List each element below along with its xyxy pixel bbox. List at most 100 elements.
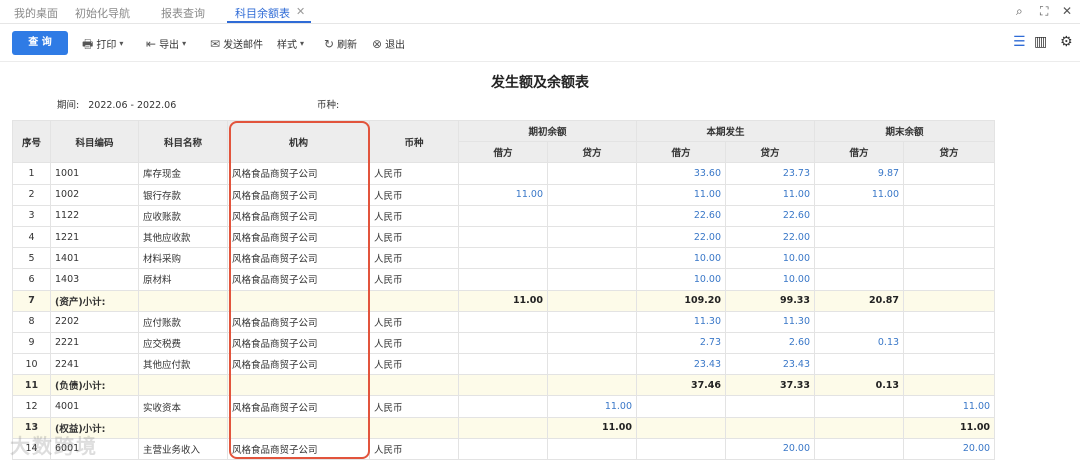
table-row[interactable]: 2 1002 银行存款 风格食品商贸子公司 人民币 11.00 11.00 11.00 11.0… <box>12 183 996 206</box>
gear-icon[interactable]: ⚙ <box>1060 34 1073 50</box>
cell-seq: 9 <box>12 331 51 355</box>
table-row[interactable]: 6 1403 原材料 风格食品商贸子公司 人民币 10.00 10.00 <box>12 268 996 291</box>
bar-chart-icon[interactable]: ▥ <box>1034 34 1047 50</box>
cell-closing-debit <box>814 225 905 249</box>
cell-name: 其他应收款 <box>138 225 228 249</box>
close-icon[interactable]: ✕ <box>296 5 305 18</box>
cell-opening-debit: 11.00 <box>458 183 548 206</box>
cell-code: 2221 <box>50 331 139 355</box>
cell-closing-credit: 11.00 <box>903 416 996 439</box>
table-row[interactable]: 10 2241 其他应付款 风格食品商贸子公司 人民币 23.43 23.43 <box>12 353 996 376</box>
cell-closing-credit <box>903 289 996 312</box>
cell-seq: 10 <box>12 353 51 376</box>
export-button[interactable]: ⇤ 导出 ▾ <box>146 36 186 52</box>
cell-current-credit: 22.60 <box>725 204 816 227</box>
cell-currency: 人民币 <box>369 395 459 418</box>
col-code[interactable]: 科目编码 <box>50 119 139 164</box>
cell-closing-credit <box>903 310 996 333</box>
exit-label: 退出 <box>385 40 406 51</box>
table-row[interactable]: 14 6001 主营业务收入 风格食品商贸子公司 人民币 20.00 20.00 <box>12 437 996 461</box>
cell-current-debit: 37.46 <box>636 374 727 397</box>
cell-code: 1122 <box>50 204 139 227</box>
col-current-debit[interactable]: 借方 <box>636 141 727 164</box>
cell-code: 1221 <box>50 225 139 249</box>
query-button[interactable]: 查 询 <box>12 31 68 55</box>
col-opening-debit[interactable]: 借方 <box>458 141 548 164</box>
col-closing-credit[interactable]: 贷方 <box>903 141 996 164</box>
cell-currency: 人民币 <box>369 183 459 206</box>
search-icon[interactable]: ⌕ <box>1016 4 1023 19</box>
cell-org: 风格食品商贸子公司 <box>227 183 370 206</box>
table-row[interactable]: 5 1401 材料采购 风格食品商贸子公司 人民币 10.00 10.00 <box>12 247 996 270</box>
col-current: 本期发生 <box>636 119 816 143</box>
send-email-button[interactable]: ✉ 发送邮件 <box>210 36 263 52</box>
col-closing-debit[interactable]: 借方 <box>814 141 905 164</box>
tab-init-nav[interactable]: 初始化导航 <box>75 5 130 21</box>
table-row[interactable]: 3 1122 应收账款 风格食品商贸子公司 人民币 22.60 22.60 <box>12 204 996 227</box>
export-icon: ⇤ <box>146 36 157 51</box>
table-row[interactable]: 12 4001 实收资本 风格食品商贸子公司 人民币 11.00 11.00 <box>12 395 996 418</box>
cell-current-debit <box>636 437 727 461</box>
cell-seq: 4 <box>12 225 51 249</box>
cell-opening-credit <box>546 162 638 185</box>
cell-closing-debit: 0.13 <box>814 374 905 397</box>
col-name[interactable]: 科目名称 <box>138 119 228 164</box>
cell-current-credit: 22.00 <box>725 225 816 249</box>
cell-seq: 5 <box>12 247 51 270</box>
subtotal-row[interactable]: 13 (权益)小计: 11.00 11.00 <box>12 416 996 439</box>
cell-closing-credit <box>903 162 996 185</box>
refresh-button[interactable]: ↻ 刷新 <box>324 36 357 52</box>
mail-icon: ✉ <box>210 36 221 51</box>
table-header: 序号 科目编码 科目名称 机构 币种 期初余额 本期发生 期末余额 借方 贷方 … <box>12 119 996 164</box>
col-opening-credit[interactable]: 贷方 <box>546 141 638 164</box>
cell-code: 1401 <box>50 247 139 270</box>
subtotal-row[interactable]: 11 (负债)小计: 37.46 37.33 0.13 <box>12 374 996 397</box>
table-row[interactable]: 9 2221 应交税费 风格食品商贸子公司 人民币 2.73 2.60 0.13 <box>12 331 996 355</box>
cell-current-debit: 10.00 <box>636 247 727 270</box>
cell-currency: 人民币 <box>369 268 459 291</box>
period-value: 2022.06 - 2022.06 <box>88 100 177 111</box>
tab-report-query[interactable]: 报表查询 <box>161 5 205 21</box>
cell-opening-debit <box>458 331 548 355</box>
cell-seq: 1 <box>12 162 51 185</box>
cell-org: 风格食品商贸子公司 <box>227 162 370 185</box>
tab-my-desktop[interactable]: 我的桌面 <box>14 5 58 21</box>
cell-closing-credit: 11.00 <box>903 395 996 418</box>
report-title: 发生额及余额表 <box>491 75 589 91</box>
col-org[interactable]: 机构 <box>227 119 370 164</box>
table-row[interactable]: 1 1001 库存现金 风格食品商贸子公司 人民币 33.60 23.73 9.87 <box>12 162 996 185</box>
col-currency[interactable]: 币种 <box>369 119 459 164</box>
col-seq[interactable]: 序号 <box>12 119 51 164</box>
table-row[interactable]: 4 1221 其他应收款 风格食品商贸子公司 人民币 22.00 22.00 <box>12 225 996 249</box>
cell-org: 风格食品商贸子公司 <box>227 268 370 291</box>
style-button[interactable]: 样式 ▾ <box>277 36 304 51</box>
cell-currency: 人民币 <box>369 310 459 333</box>
exit-circle-icon: ⊗ <box>372 36 383 51</box>
table-row[interactable]: 8 2202 应付账款 风格食品商贸子公司 人民币 11.30 11.30 <box>12 310 996 333</box>
fullscreen-icon[interactable]: ⛶ <box>1040 4 1048 19</box>
print-button[interactable]: 🖶 打印 ▾ <box>82 36 123 52</box>
export-label: 导出 <box>159 40 180 51</box>
exit-button[interactable]: ⊗ 退出 <box>372 36 406 52</box>
period-field: 期间: 2022.06 - 2022.06 <box>57 97 176 111</box>
cell-org: 风格食品商贸子公司 <box>227 204 370 227</box>
col-current-credit[interactable]: 贷方 <box>725 141 816 164</box>
cell-current-credit: 11.30 <box>725 310 816 333</box>
cell-current-credit: 11.00 <box>725 183 816 206</box>
cell-name <box>138 374 228 397</box>
list-view-icon[interactable]: ☰ <box>1013 34 1026 50</box>
cell-closing-debit <box>814 437 905 461</box>
cell-org <box>227 374 370 397</box>
cell-currency <box>369 289 459 312</box>
tab-bar: 我的桌面 初始化导航 报表查询 科目余额表 ✕ ⌕ ⛶ ✕ <box>0 0 1080 24</box>
subtotal-row[interactable]: 7 (资产)小计: 11.00 109.20 99.33 20.87 <box>12 289 996 312</box>
cell-currency: 人民币 <box>369 225 459 249</box>
cell-seq: 2 <box>12 183 51 206</box>
tab-account-balance[interactable]: 科目余额表 <box>235 5 290 21</box>
cell-closing-credit <box>903 225 996 249</box>
style-label: 样式 <box>277 40 297 51</box>
close-window-icon[interactable]: ✕ <box>1062 4 1072 18</box>
cell-closing-debit: 0.13 <box>814 331 905 355</box>
cell-current-credit: 99.33 <box>725 289 816 312</box>
toolbar: 查 询 🖶 打印 ▾ ⇤ 导出 ▾ ✉ 发送邮件 样式 ▾ ↻ 刷新 ⊗ 退出 … <box>0 26 1080 62</box>
